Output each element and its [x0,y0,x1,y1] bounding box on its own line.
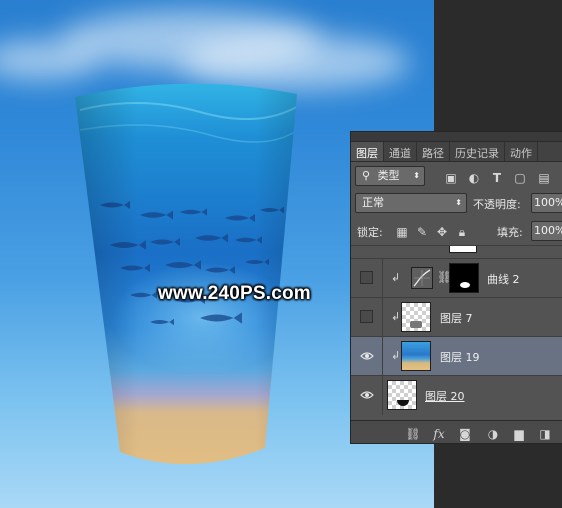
blend-mode-select[interactable]: 正常 ⬍ [355,193,467,213]
watermark-text: www.240PS.com [158,283,311,304]
opacity-label: 不透明度: [473,198,521,211]
fill-input[interactable]: 100% [531,221,562,241]
layer-row-curves[interactable]: ↲ ⛓︎ 曲线 2 [351,258,562,298]
tab-actions[interactable]: 动作 [505,142,538,161]
curves-adjustment-icon [411,267,433,289]
layer-name[interactable]: 图层 7 [440,310,473,326]
type-filter-icon[interactable]: T [490,171,504,185]
add-mask-icon[interactable]: ◙ [457,426,473,442]
layer-row-20[interactable]: 图层 20 [351,375,562,415]
layer-row-19[interactable]: ↲ 图层 19 [351,336,562,376]
layer-name[interactable]: 曲线 2 [487,271,520,287]
lock-position-move-icon[interactable]: ✥ [435,225,449,239]
lock-paint-brush-icon[interactable]: ✎ [415,225,429,239]
updown-arrows-icon: ⬍ [413,171,420,180]
layer-thumbnail [401,302,431,332]
lock-label: 锁定: [357,226,383,239]
divider [382,337,383,376]
divider [382,376,383,415]
layer-name[interactable]: 图层 20 [425,388,465,404]
fx-icon[interactable]: fx [431,426,447,442]
clipping-arrow-icon: ↲ [391,310,401,323]
blend-mode-value: 正常 [362,196,384,209]
clipping-arrow-icon: ↲ [391,349,401,362]
divider [382,298,383,337]
layer-mask-thumbnail [449,246,477,253]
adjustment-layer-icon[interactable]: ◑ [485,426,501,442]
eye-icon[interactable] [360,388,374,402]
layer-thumbnail [401,341,431,371]
visibility-toggle-hidden[interactable] [360,271,373,284]
opacity-input[interactable]: 100% [531,193,562,213]
updown-arrows-icon: ⬍ [455,198,462,207]
eye-icon[interactable] [360,349,374,363]
smart-object-filter-icon[interactable]: ▤ [537,171,551,185]
fill-label: 填充: [497,226,523,239]
divider [382,259,383,298]
image-filter-icon[interactable]: ▣ [444,171,458,185]
blend-row: 正常 ⬍ 不透明度: 100% [351,190,562,216]
search-icon: ⚲ [362,169,371,182]
layer-row-partial[interactable] [351,245,562,255]
lock-transparent-icon[interactable]: ▦ [395,225,409,239]
filter-row: ⚲ 类型 ⬍ ▣ ◐ T ▢ ▤ [351,163,562,189]
filter-kind-select[interactable]: ⚲ 类型 ⬍ [355,166,425,186]
layer-mask-thumbnail[interactable] [449,263,479,293]
link-icon[interactable]: ⛓︎ [405,426,421,442]
tab-history[interactable]: 历史记录 [450,142,505,161]
tab-paths[interactable]: 路径 [417,142,450,161]
layer-row-7[interactable]: ↲ 图层 7 [351,297,562,337]
clipping-arrow-icon: ↲ [391,271,401,284]
tab-channels[interactable]: 通道 [384,142,417,161]
adjustment-filter-icon[interactable]: ◐ [467,171,481,185]
filter-kind-label: 类型 [377,169,400,182]
panel-bottom-bar: ⛓︎ fx ◙ ◑ ▆ ◨ [351,420,562,443]
shape-filter-icon[interactable]: ▢ [513,171,527,185]
lock-all-padlock-icon[interactable]: 🔒︎ [455,225,469,239]
layer-thumbnail [387,380,417,410]
panel-tabs: 图层 通道 路径 历史记录 动作 [351,142,562,162]
layers-panel: 图层 通道 路径 历史记录 动作 ⚲ 类型 ⬍ ▣ ◐ T ▢ ▤ 正常 ⬍ 不… [350,131,562,444]
visibility-toggle-hidden[interactable] [360,310,373,323]
panel-header-bar[interactable] [351,132,562,142]
lock-row: 锁定: ▦ ✎ ✥ 🔒︎ 填充: 100% [351,218,562,244]
layer-name[interactable]: 图层 19 [440,349,480,365]
tab-layers[interactable]: 图层 [351,142,384,161]
new-layer-icon[interactable]: ◨ [537,426,553,442]
group-folder-icon[interactable]: ▆ [511,426,527,442]
